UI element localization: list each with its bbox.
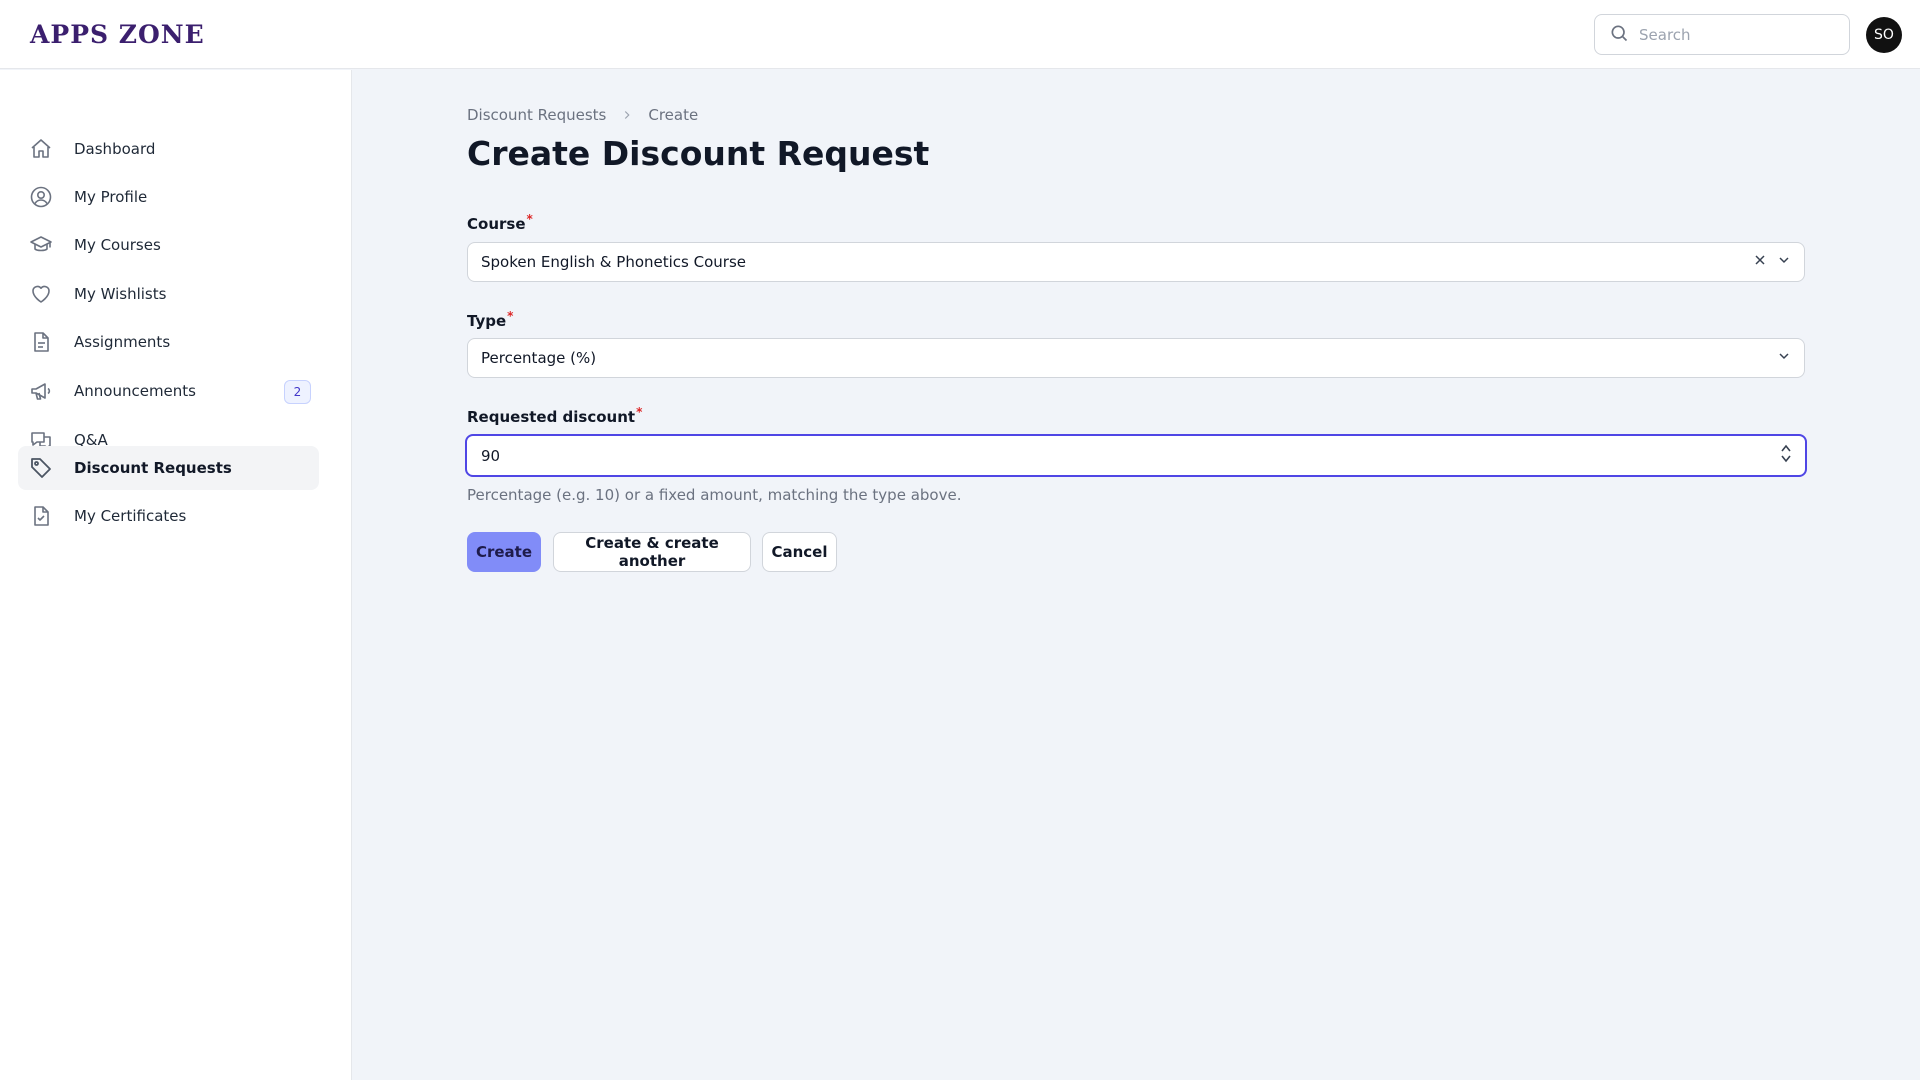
user-circle-icon: [28, 184, 54, 210]
breadcrumb: Discount Requests Create: [467, 106, 698, 124]
search-box[interactable]: [1594, 14, 1850, 55]
cancel-button[interactable]: Cancel: [762, 532, 837, 572]
sidebar-item-my-wishlists[interactable]: My Wishlists: [18, 272, 319, 316]
graduation-cap-icon: [28, 232, 54, 258]
top-bar: APPS ZONE SO: [0, 0, 1920, 69]
chevron-down-icon[interactable]: [1776, 348, 1792, 368]
megaphone-icon: [28, 378, 54, 404]
search-input[interactable]: [1639, 25, 1839, 44]
sidebar-item-label: Assignments: [74, 333, 171, 351]
app-logo[interactable]: APPS ZONE: [30, 20, 205, 49]
tag-icon: [28, 455, 54, 481]
sidebar-item-label: Discount Requests: [74, 459, 232, 477]
user-avatar[interactable]: SO: [1866, 17, 1902, 53]
requested-discount-field[interactable]: [465, 434, 1807, 477]
number-stepper[interactable]: [1781, 444, 1791, 463]
announcements-count-badge: 2: [284, 380, 311, 404]
sidebar-item-my-profile[interactable]: My Profile: [18, 175, 319, 219]
page-title: Create Discount Request: [467, 134, 930, 173]
requested-discount-helper-text: Percentage (e.g. 10) or a fixed amount, …: [467, 486, 962, 504]
document-icon: [28, 329, 54, 355]
requested-discount-label: Requested discount*: [467, 405, 642, 426]
sidebar-item-assignments[interactable]: Assignments: [18, 320, 319, 364]
required-mark: *: [507, 309, 514, 323]
create-button[interactable]: Create: [467, 532, 541, 572]
sidebar-item-label: Announcements: [74, 382, 196, 400]
type-selected-value: Percentage (%): [481, 349, 597, 367]
clear-icon[interactable]: [1752, 252, 1768, 272]
course-label-text: Course: [467, 215, 526, 233]
sidebar-item-my-courses[interactable]: My Courses: [18, 223, 319, 267]
sidebar-item-label: My Certificates: [74, 507, 187, 525]
create-and-create-another-button[interactable]: Create & create another: [553, 532, 751, 572]
sidebar-item-label: Dashboard: [74, 140, 156, 158]
breadcrumb-current: Create: [648, 106, 699, 124]
required-mark: *: [526, 212, 533, 226]
sidebar-item-label: My Profile: [74, 188, 148, 206]
sidebar-item-dashboard[interactable]: Dashboard: [18, 127, 319, 171]
document-check-icon: [28, 503, 54, 529]
type-label-text: Type: [467, 312, 507, 330]
required-mark: *: [636, 405, 643, 419]
sidebar-item-label: My Courses: [74, 236, 161, 254]
sidebar: Dashboard My Profile My Courses My Wishl…: [0, 70, 352, 1080]
type-select[interactable]: Percentage (%): [467, 338, 1805, 378]
course-select[interactable]: Spoken English & Phonetics Course: [467, 242, 1805, 282]
home-icon: [28, 136, 54, 162]
course-label: Course*: [467, 212, 533, 233]
breadcrumb-link-discount-requests[interactable]: Discount Requests: [467, 106, 606, 124]
search-icon: [1609, 23, 1629, 47]
stepper-up-icon[interactable]: [1781, 444, 1791, 452]
stepper-down-icon[interactable]: [1781, 455, 1791, 463]
sidebar-item-announcements[interactable]: Announcements 2: [18, 369, 319, 413]
sidebar-item-label: My Wishlists: [74, 285, 167, 303]
chevron-down-icon[interactable]: [1776, 252, 1792, 272]
requested-discount-input[interactable]: [481, 446, 1681, 465]
chevron-right-icon: [620, 108, 634, 122]
requested-discount-label-text: Requested discount: [467, 408, 636, 426]
type-label: Type*: [467, 309, 513, 330]
sidebar-item-discount-requests[interactable]: Discount Requests: [18, 446, 319, 490]
heart-icon: [28, 281, 54, 307]
course-selected-value: Spoken English & Phonetics Course: [481, 253, 746, 271]
sidebar-item-my-certificates[interactable]: My Certificates: [18, 494, 319, 538]
